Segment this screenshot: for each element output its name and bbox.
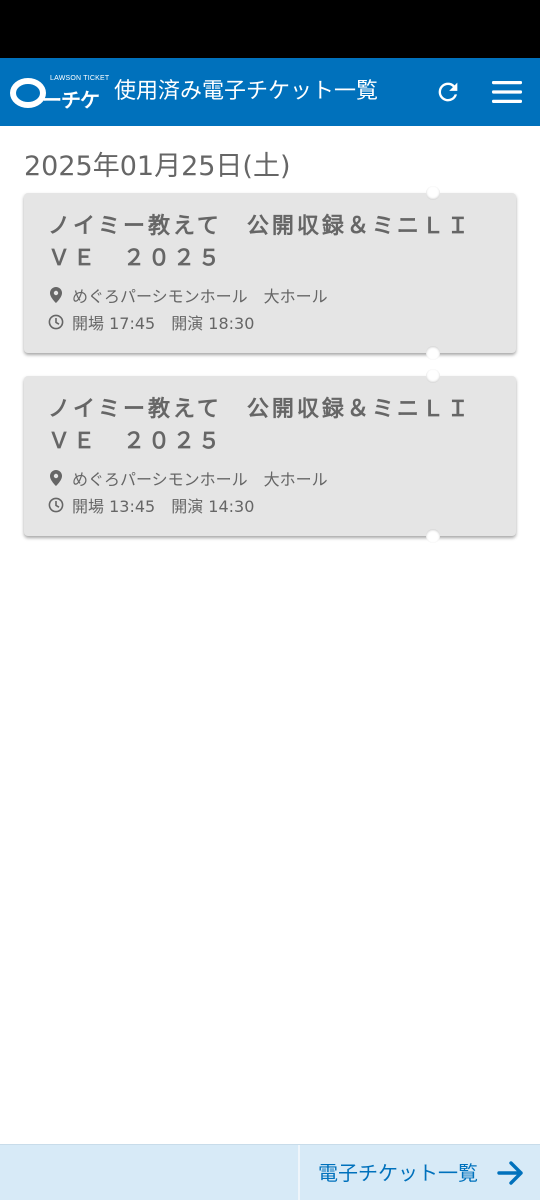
ticket-venue: めぐろパーシモンホール 大ホール <box>48 466 328 490</box>
location-pin-icon <box>48 287 64 303</box>
ticket-time: 開場 17:45 開演 18:30 <box>48 310 254 334</box>
logo-small-text: LAWSON TICKET <box>50 75 110 82</box>
ticket-time-text: 開場 13:45 開演 14:30 <box>72 497 255 516</box>
e-ticket-list-link[interactable]: 電子チケット一覧 <box>318 1145 478 1200</box>
refresh-icon <box>438 82 458 102</box>
lawson-ticket-logo[interactable]: LAWSON TICKET ーチケ <box>10 72 109 112</box>
clock-icon <box>48 497 64 513</box>
logo-text: ーチケ <box>42 88 100 112</box>
ticket-title: ノイミー教えて 公開収録＆ミニＬＩＶＥ ２０２５ <box>48 397 472 454</box>
logo-ring-icon <box>10 78 46 108</box>
menu-button[interactable] <box>490 76 524 108</box>
date-heading: 2025年01月25日(土) <box>24 151 291 182</box>
ticket-card[interactable]: ノイミー教えて 公開収録＆ミニＬＩＶＥ ２０２５ めぐろパーシモンホール 大ホー… <box>24 369 516 543</box>
status-bar <box>0 0 540 58</box>
ticket-venue: めぐろパーシモンホール 大ホール <box>48 283 328 307</box>
app-header: LAWSON TICKET ーチケ 使用済み電子チケット一覧 <box>0 58 540 126</box>
ticket-time-text: 開場 17:45 開演 18:30 <box>72 314 255 333</box>
bottom-divider <box>298 1145 300 1200</box>
location-pin-icon <box>48 470 64 486</box>
ticket-venue-text: めぐろパーシモンホール 大ホール <box>72 470 328 489</box>
arrow-right-icon[interactable] <box>496 1159 526 1187</box>
bottom-nav-bar: 電子チケット一覧 <box>0 1144 540 1200</box>
refresh-button[interactable] <box>432 76 464 108</box>
ticket-venue-text: めぐろパーシモンホール 大ホール <box>72 287 328 306</box>
clock-icon <box>48 314 64 330</box>
page-title: 使用済み電子チケット一覧 <box>114 79 379 104</box>
ticket-title: ノイミー教えて 公開収録＆ミニＬＩＶＥ ２０２５ <box>48 214 472 271</box>
ticket-time: 開場 13:45 開演 14:30 <box>48 493 254 517</box>
ticket-card[interactable]: ノイミー教えて 公開収録＆ミニＬＩＶＥ ２０２５ めぐろパーシモンホール 大ホー… <box>24 186 516 360</box>
hamburger-menu-icon <box>492 81 522 103</box>
